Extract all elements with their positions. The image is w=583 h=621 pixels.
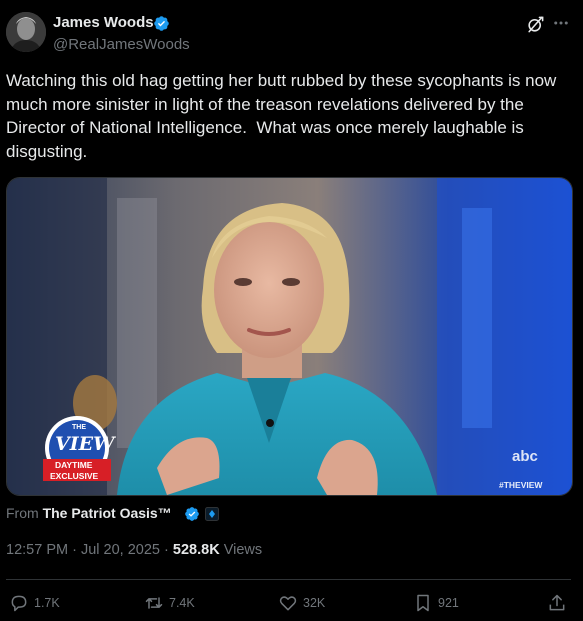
tweet-header: James Woods @RealJamesWoods (0, 0, 583, 60)
grok-icon[interactable] (526, 15, 545, 34)
affiliate-badge-icon (205, 507, 219, 521)
verified-badge-icon (154, 16, 169, 31)
share-icon (549, 594, 565, 611)
like-button[interactable]: 32K (278, 593, 325, 613)
video-player[interactable]: THE VIEW DAYTIME EXCLUSIVE abc #THEVIEW (6, 177, 573, 496)
source-attribution: From The Patriot Oasis™ (6, 505, 172, 521)
show-logo-sub2: EXCLUSIVE (50, 471, 99, 481)
like-count: 32K (303, 596, 326, 610)
divider (6, 579, 571, 580)
avatar[interactable] (6, 12, 46, 52)
tweet-time[interactable]: 12:57 PM (6, 542, 68, 558)
meta-separator-2: · (164, 542, 169, 558)
share-button[interactable] (547, 593, 567, 613)
show-logo-top: THE (72, 424, 86, 431)
source-prefix: From (6, 505, 39, 521)
reply-button[interactable]: 1.7K (9, 593, 60, 613)
tweet-text: Watching this old hag getting her butt r… (6, 71, 562, 161)
show-logo-main: VIEW (55, 433, 115, 455)
more-icon[interactable] (552, 14, 570, 32)
repost-button[interactable]: 7.4K (144, 593, 195, 613)
show-logo-sub1: DAYTIME (55, 460, 93, 470)
reply-count: 1.7K (34, 596, 60, 610)
bookmark-button[interactable]: 921 (413, 593, 459, 613)
network-logo: abc (512, 448, 538, 465)
views-count: 528.8K (172, 542, 220, 558)
author-handle[interactable]: @RealJamesWoods (53, 36, 190, 53)
heart-icon (279, 596, 297, 611)
video-hashtag: #THEVIEW (499, 480, 543, 490)
author-name[interactable]: James Woods (53, 14, 154, 31)
meta-separator: · (72, 542, 77, 558)
bookmark-icon (417, 594, 429, 612)
source-verified-icon (185, 507, 199, 521)
tweet-date[interactable]: Jul 20, 2025 (81, 542, 160, 558)
reply-icon (11, 595, 27, 612)
tweet-meta: 12:57 PM · Jul 20, 2025 · 528.8K Views (6, 542, 262, 558)
views-label: Views (223, 542, 263, 558)
repost-icon (145, 597, 163, 609)
bookmark-count: 921 (438, 596, 459, 610)
source-account[interactable]: The Patriot Oasis™ (43, 505, 172, 521)
repost-count: 7.4K (169, 596, 195, 610)
